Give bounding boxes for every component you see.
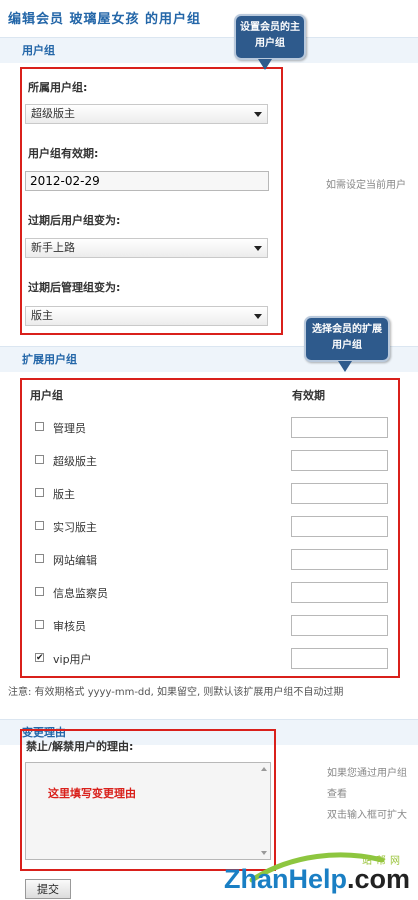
callout-tail [338,361,352,372]
callout-tail [258,59,272,70]
after-admin-select-value: 版主 [31,309,53,322]
ext-group-checkbox[interactable] [35,521,44,530]
expiry-note: 注意: 有效期格式 yyyy-mm-dd, 如果留空, 则默认该扩展用户组不自动… [8,687,344,698]
group-select-value: 超级版主 [31,107,75,120]
after-admin-select[interactable]: 版主 [25,306,268,326]
col-header-expiry: 有效期 [292,389,325,402]
ext-group-name: 信息监察员 [53,587,108,600]
callout-main-group: 设置会员的主用户组 [234,14,306,70]
ext-group-checkbox[interactable] [35,488,44,497]
ext-group-row: 审核员 [0,615,418,637]
group-select[interactable]: 超级版主 [25,104,268,124]
ext-group-row: 管理员 [0,417,418,439]
callout-ext-group-text: 选择会员的扩展用户组 [312,324,382,351]
ext-group-expiry-input[interactable] [291,615,388,636]
chevron-down-icon [254,314,262,319]
watermark-logo: 站帮网 ZhanHelp.com [224,848,418,900]
ext-group-checkbox[interactable] [35,455,44,464]
ext-group-row: ✔ vip用户 [0,648,418,670]
ext-group-checkbox[interactable] [35,587,44,596]
chevron-down-icon [254,112,262,117]
callout-ext-group: 选择会员的扩展用户组 [304,316,390,372]
reason-hint-1: 如果您通过用户组 [327,768,407,779]
ext-group-name: 网站编辑 [53,554,97,567]
expiry-hint: 如需设定当前用户 [326,180,406,191]
submit-button[interactable]: 提交 [25,879,71,899]
group-label: 所属用户组: [28,81,88,94]
scroll-up-icon[interactable] [261,767,267,771]
ext-group-name: 超级版主 [53,455,97,468]
reason-placeholder: 这里填写变更理由 [48,787,136,800]
watermark-brand: ZhanHelp [224,864,348,894]
ext-group-checkbox[interactable]: ✔ [35,653,44,663]
ext-group-expiry-input[interactable] [291,648,388,669]
ext-group-row: 实习版主 [0,516,418,538]
ext-group-row: 信息监察员 [0,582,418,604]
ext-group-expiry-input[interactable] [291,483,388,504]
expiry-label: 用户组有效期: [28,147,99,160]
after-group-select[interactable]: 新手上路 [25,238,268,258]
chevron-down-icon [254,246,262,251]
ext-group-row: 网站编辑 [0,549,418,571]
ext-group-expiry-input[interactable] [291,450,388,471]
after-group-label: 过期后用户组变为: [28,214,121,227]
ext-group-name: 管理员 [53,422,86,435]
callout-main-group-text: 设置会员的主用户组 [240,22,300,49]
reason-hint-3: 双击输入框可扩大 [327,810,407,821]
after-admin-label: 过期后管理组变为: [28,281,121,294]
expiry-input[interactable] [25,171,269,191]
reason-textarea[interactable]: 这里填写变更理由 [25,762,271,860]
ext-group-row: 超级版主 [0,450,418,472]
ext-group-expiry-input[interactable] [291,549,388,570]
ext-group-checkbox[interactable] [35,554,44,563]
ext-group-expiry-input[interactable] [291,582,388,603]
ext-group-expiry-input[interactable] [291,417,388,438]
section-usergroup-header: 用户组 [0,37,418,63]
reason-hint-2: 查看 [327,789,347,800]
ext-group-expiry-input[interactable] [291,516,388,537]
ext-group-name: vip用户 [53,653,92,666]
after-group-select-value: 新手上路 [31,241,75,254]
page-title: 编辑会员 玻璃屋女孩 的用户组 [8,12,202,27]
ext-group-name: 版主 [53,488,75,501]
watermark-brand-wrap: ZhanHelp.com [224,864,410,895]
watermark-suffix: .com [347,864,411,894]
ext-group-name: 审核员 [53,620,86,633]
ext-group-row: 版主 [0,483,418,505]
reason-label: 禁止/解禁用户的理由: [26,740,134,753]
ext-group-checkbox[interactable] [35,422,44,431]
col-header-group: 用户组 [30,389,63,402]
ext-group-name: 实习版主 [53,521,97,534]
ext-group-checkbox[interactable] [35,620,44,629]
